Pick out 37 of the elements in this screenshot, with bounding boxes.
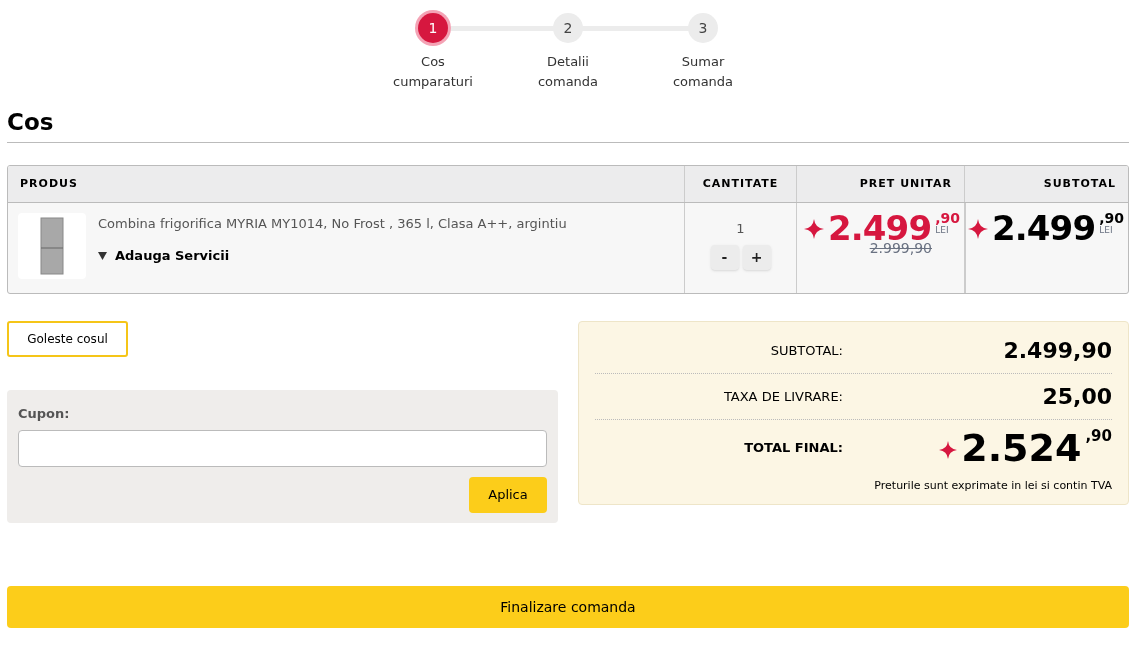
old-price: 2.999,90 (869, 241, 932, 255)
page-heading: Cos (7, 108, 55, 137)
total-price: 2.524 (961, 429, 1082, 467)
currency-label: LEI (1099, 225, 1113, 237)
caret-icon (98, 250, 107, 260)
coupon-label: Cupon: (18, 405, 71, 423)
column-header: CANTITATE (702, 175, 779, 192)
finish-order-button[interactable]: Finalizare comanda (7, 586, 1129, 628)
column-header: PRET UNITAR (859, 175, 952, 192)
apply-button[interactable]: Aplica (469, 476, 547, 513)
add-services-link[interactable]: Adauga Servicii (115, 245, 230, 265)
summary-value: 2.499,90 (1003, 337, 1112, 365)
summary-label: TAXA DE LIVRARE: (722, 387, 843, 406)
summary-label: SUBTOTAL: (769, 341, 843, 360)
step-label: Cos cumparaturi (392, 53, 474, 91)
summary-value: 25,00 (1042, 383, 1112, 411)
star-icon (967, 219, 988, 239)
price-decimals: ,90 (935, 211, 960, 225)
decrease-button[interactable]: - (710, 244, 739, 270)
total-decimals: ,90 (1085, 429, 1112, 444)
quantity-value: 1 (736, 220, 745, 238)
price: 2.499 (991, 211, 1096, 245)
step-label: Sumar comanda (671, 53, 735, 91)
increase-button[interactable]: + (742, 244, 771, 270)
vat-note: Preturile sunt exprimate in lei si contin TVA (874, 478, 1112, 494)
price-decimals: ,90 (1099, 211, 1124, 225)
star-icon (939, 441, 958, 459)
column-header: PRODUS (20, 175, 78, 192)
fridge-icon (40, 217, 64, 275)
product-name[interactable]: Combina frigorifica MYRIA MY1014, No Frost , 365 l, Clasa A++, argintiu (98, 214, 567, 234)
step-label: Detalii comanda (536, 53, 600, 91)
currency-label: LEI (935, 225, 949, 237)
column-header: SUBTOTAL (1043, 175, 1116, 192)
coupon-input[interactable] (18, 429, 547, 467)
total-label: TOTAL FINAL: (743, 439, 843, 458)
empty-cart-button[interactable]: Goleste cosul (7, 321, 128, 357)
star-icon (803, 219, 824, 239)
